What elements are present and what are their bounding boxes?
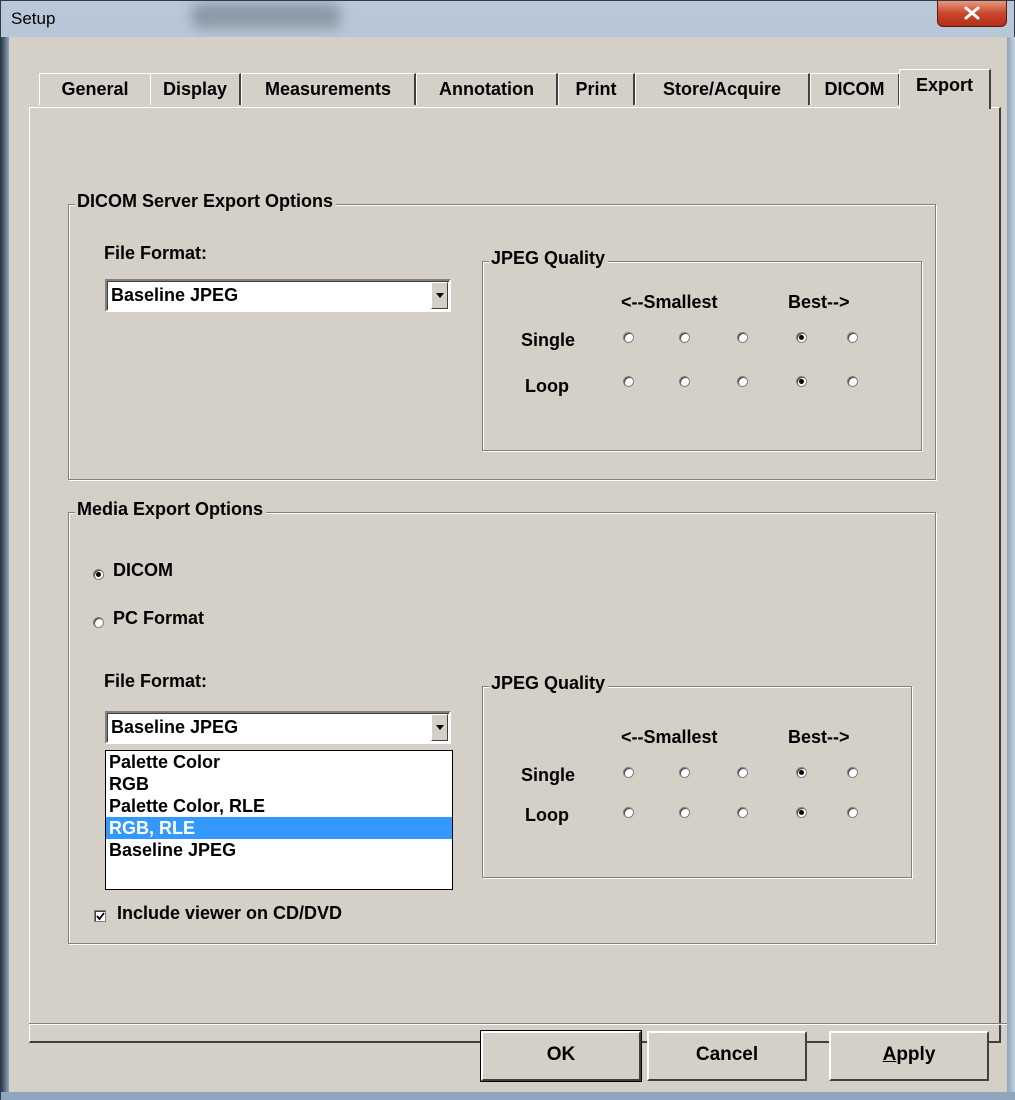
quality-radio-4[interactable] — [796, 332, 807, 343]
tab-label: Print — [575, 79, 617, 99]
quality-radio-3[interactable] — [737, 376, 748, 387]
quality-radio-3[interactable] — [737, 332, 748, 343]
file-format-label: File Format: — [104, 671, 208, 691]
dropdown-button[interactable] — [431, 282, 448, 309]
file-format-label: File Format: — [104, 243, 208, 263]
pc-format-radio-label[interactable]: PC Format — [113, 608, 204, 629]
quality-radio-4[interactable] — [796, 767, 807, 778]
quality-radio-3[interactable] — [737, 767, 748, 778]
apply-button[interactable]: Apply — [829, 1031, 989, 1081]
quality-radio-4[interactable] — [796, 376, 807, 387]
dropdown-option[interactable]: Palette Color — [106, 751, 452, 773]
tab-export[interactable]: Export — [899, 69, 991, 109]
smallest-label: <--Smallest — [621, 727, 718, 747]
pc-format-radio[interactable] — [93, 617, 104, 628]
loop-label: Loop — [525, 376, 569, 396]
cancel-button[interactable]: Cancel — [647, 1031, 807, 1081]
single-label: Single — [521, 330, 576, 350]
cancel-label: Cancel — [695, 1044, 759, 1065]
quality-radio-1[interactable] — [623, 767, 634, 778]
setup-window: Setup General Display Measurements Annot… — [0, 0, 1015, 1100]
best-label: Best--> — [788, 292, 850, 312]
group-title: Media Export Options — [75, 499, 267, 520]
jpeg-quality-group: JPEG Quality <--Smallest Best--> Single … — [482, 248, 922, 451]
quality-radio-5[interactable] — [847, 376, 858, 387]
selected-value: Baseline JPEG — [111, 285, 239, 305]
export-tab-panel: DICOM Server Export Options File Format:… — [29, 107, 1001, 1043]
dicom-server-file-format-select[interactable]: Baseline JPEG — [105, 279, 451, 312]
tab-general[interactable]: General — [39, 73, 152, 105]
quality-radio-1[interactable] — [623, 376, 634, 387]
tab-store-acquire[interactable]: Store/Acquire — [635, 73, 810, 105]
dicom-server-export-group: DICOM Server Export Options File Format:… — [68, 191, 936, 480]
tab-dicom[interactable]: DICOM — [810, 73, 900, 105]
chevron-down-icon — [436, 725, 444, 730]
quality-radio-2[interactable] — [679, 807, 690, 818]
tab-label: Store/Acquire — [662, 79, 782, 99]
dropdown-option[interactable]: RGB, RLE — [106, 817, 452, 839]
quality-radio-2[interactable] — [679, 332, 690, 343]
loop-label: Loop — [525, 805, 569, 825]
dropdown-option[interactable]: RGB — [106, 773, 452, 795]
include-viewer-label[interactable]: Include viewer on CD/DVD — [117, 903, 342, 924]
quality-radio-3[interactable] — [737, 807, 748, 818]
media-jpeg-quality-group: JPEG Quality <--Smallest Best--> Single … — [482, 673, 912, 878]
best-label: Best--> — [788, 727, 850, 747]
selected-value: Baseline JPEG — [111, 717, 239, 737]
dialog-client-area: General Display Measurements Annotation … — [9, 37, 1007, 1092]
footer-divider — [29, 1023, 1007, 1025]
media-export-group: Media Export Options DICOM PC Format Fil… — [68, 499, 936, 944]
tab-label: Annotation — [439, 79, 534, 99]
tab-label: Display — [162, 79, 228, 99]
tab-label: Export — [915, 75, 973, 95]
tab-label: DICOM — [824, 79, 885, 99]
include-viewer-checkbox[interactable] — [94, 910, 106, 922]
group-title: JPEG Quality — [489, 248, 609, 269]
single-label: Single — [521, 765, 576, 785]
close-button[interactable] — [937, 1, 1007, 27]
quality-radio-1[interactable] — [623, 332, 634, 343]
tab-display[interactable]: Display — [150, 73, 241, 105]
tab-label: General — [61, 79, 129, 99]
quality-radio-5[interactable] — [847, 332, 858, 343]
dropdown-option[interactable]: Baseline JPEG — [106, 839, 452, 861]
window-title: Setup — [11, 9, 56, 28]
window-frame-right — [1007, 37, 1015, 1100]
checkmark-icon — [96, 912, 105, 921]
quality-radio-2[interactable] — [679, 767, 690, 778]
group-title: JPEG Quality — [489, 673, 609, 694]
apply-label-rest: pply — [896, 1044, 936, 1065]
tab-label: Measurements — [264, 79, 392, 99]
apply-accel-key: A — [882, 1044, 897, 1065]
dropdown-button[interactable] — [431, 714, 448, 741]
tab-annotation[interactable]: Annotation — [416, 73, 558, 105]
tab-measurements[interactable]: Measurements — [241, 73, 416, 105]
quality-radio-2[interactable] — [679, 376, 690, 387]
window-frame-left — [1, 37, 9, 1100]
dicom-radio[interactable] — [93, 569, 104, 580]
close-icon — [964, 6, 980, 20]
title-bar[interactable]: Setup — [1, 1, 1014, 37]
dicom-radio-label[interactable]: DICOM — [113, 560, 173, 581]
media-file-format-select[interactable]: Baseline JPEG — [105, 711, 451, 744]
tab-print[interactable]: Print — [558, 73, 635, 105]
chevron-down-icon — [436, 293, 444, 298]
ok-label: OK — [546, 1044, 576, 1065]
dropdown-option[interactable]: Palette Color, RLE — [106, 795, 452, 817]
group-title: DICOM Server Export Options — [75, 191, 337, 212]
quality-radio-5[interactable] — [847, 807, 858, 818]
file-format-dropdown-list[interactable]: Palette Color RGB Palette Color, RLE RGB, R… — [105, 750, 453, 890]
quality-radio-1[interactable] — [623, 807, 634, 818]
quality-radio-4[interactable] — [796, 807, 807, 818]
quality-radio-5[interactable] — [847, 767, 858, 778]
smallest-label: <--Smallest — [621, 292, 718, 312]
ok-button[interactable]: OK — [480, 1030, 642, 1082]
title-glow — [191, 3, 341, 29]
